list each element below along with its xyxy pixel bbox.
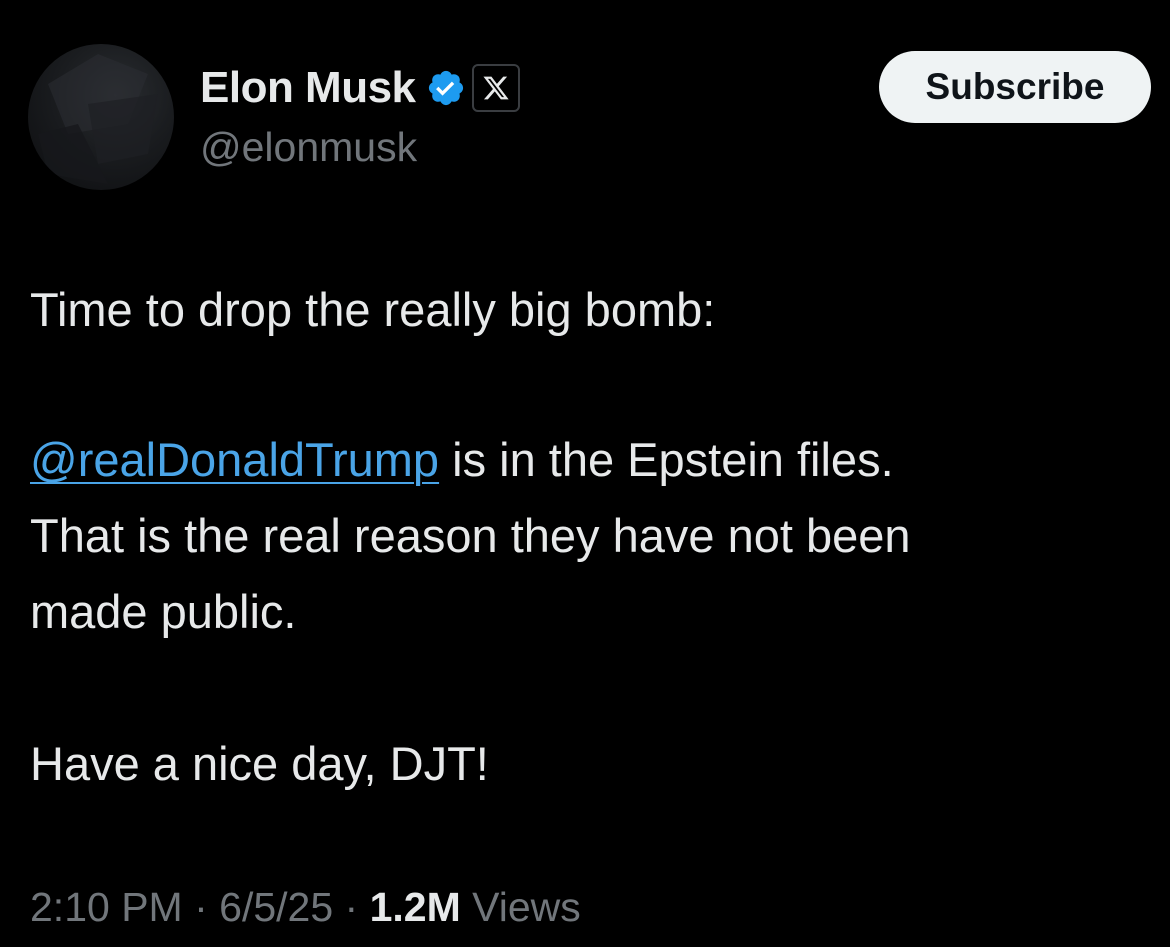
- tweet-meta: 2:10 PM · 6/5/25 · 1.2M Views: [30, 875, 581, 939]
- tweet-time[interactable]: 2:10 PM: [30, 884, 183, 930]
- avatar[interactable]: [28, 44, 174, 190]
- tweet-text-line-1: Time to drop the really big bomb:: [30, 283, 716, 336]
- tweet-date[interactable]: 6/5/25: [219, 884, 333, 930]
- author-name-row: Elon Musk: [200, 60, 520, 116]
- author-handle[interactable]: @elonmusk: [200, 124, 417, 171]
- meta-separator: ·: [182, 884, 220, 930]
- tweet-text-line-5: Have a nice day, DJT!: [30, 737, 489, 790]
- tweet-text-line-4: made public.: [30, 585, 297, 638]
- verified-badge-icon[interactable]: [426, 68, 466, 108]
- avatar-image: [38, 54, 158, 184]
- meta-separator: ·: [333, 884, 370, 930]
- subscribe-button[interactable]: Subscribe: [879, 51, 1151, 123]
- x-logo-icon[interactable]: [471, 64, 520, 112]
- tweet-text-line-3: That is the real reason they have not be…: [30, 509, 911, 562]
- mention-link[interactable]: @realDonaldTrump: [30, 433, 439, 486]
- author-display-name[interactable]: Elon Musk: [200, 63, 416, 113]
- tweet-text-line-2: @realDonaldTrump is in the Epstein files…: [30, 422, 894, 498]
- views-label: Views: [472, 884, 581, 930]
- views-count[interactable]: 1.2M: [370, 884, 461, 930]
- tweet-text-line-2-rest: is in the Epstein files.: [439, 433, 894, 486]
